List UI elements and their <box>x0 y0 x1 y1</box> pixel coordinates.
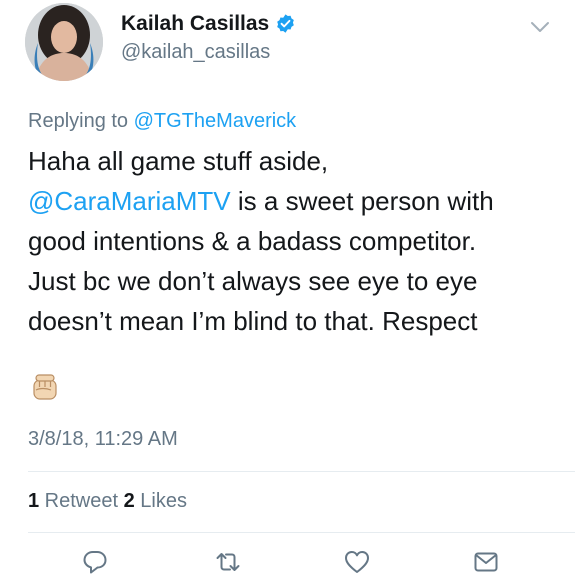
like-count[interactable]: 2 <box>124 490 135 512</box>
retweet-label[interactable]: Retweet <box>39 490 123 512</box>
tweet-line-2-rest: is a sweet person with <box>230 186 494 216</box>
tweet-line-1: Haha all game stuff aside, <box>28 146 329 176</box>
tweet-line-3: good intentions & a badass competitor. <box>28 226 477 256</box>
tweet-text: Haha all game stuff aside, @CaraMariaMTV… <box>28 141 563 341</box>
tweet-stats: 1 Retweet 2 Likes <box>28 490 187 513</box>
message-button[interactable] <box>473 551 499 577</box>
like-button[interactable] <box>344 549 370 580</box>
tweet-line-2: @CaraMariaMTV is a sweet person with <box>28 181 563 221</box>
divider-top <box>28 471 575 472</box>
author-handle[interactable]: @kailah_casillas <box>121 41 270 64</box>
like-label[interactable]: Likes <box>135 490 187 512</box>
reply-button[interactable] <box>82 549 108 580</box>
retweet-button[interactable] <box>215 551 241 577</box>
chevron-down-icon[interactable] <box>530 20 550 34</box>
author-name[interactable]: Kailah Casillas <box>121 12 269 36</box>
replying-prefix: Replying to <box>28 110 134 132</box>
divider-bottom <box>28 532 575 533</box>
reply-target-link[interactable]: @TGTheMaverick <box>134 110 297 132</box>
retweet-icon <box>215 549 241 580</box>
message-icon <box>473 549 499 580</box>
tweet-card: Kailah Casillas @kailah_casillas Replyin… <box>0 0 575 583</box>
replying-to: Replying to @TGTheMaverick <box>28 110 296 133</box>
tweet-line-4: Just bc we don’t always see eye to eye <box>28 266 478 296</box>
tweet-timestamp[interactable]: 3/8/18, 11:29 AM <box>28 428 178 451</box>
verified-badge-icon <box>275 13 296 34</box>
like-icon <box>344 549 370 580</box>
retweet-count[interactable]: 1 <box>28 490 39 512</box>
raised-fist-icon <box>30 373 60 403</box>
tweet-line-5: doesn’t mean I’m blind to that. Respect <box>28 306 478 336</box>
avatar[interactable] <box>25 3 103 81</box>
reply-icon <box>82 549 108 580</box>
mention-link[interactable]: @CaraMariaMTV <box>28 186 231 216</box>
